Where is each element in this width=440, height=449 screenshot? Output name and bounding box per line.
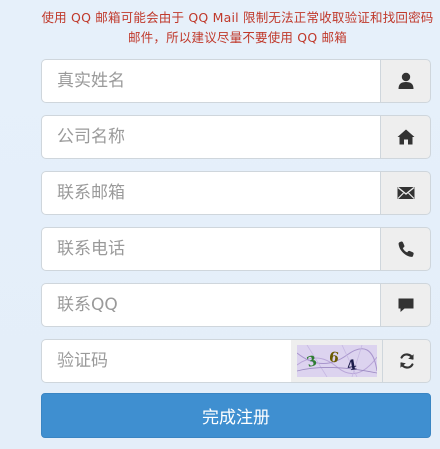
phone-input[interactable]	[41, 227, 380, 271]
captcha-input[interactable]	[41, 339, 291, 383]
company-field-group	[41, 115, 431, 159]
register-submit-button[interactable]: 完成注册	[41, 393, 431, 438]
captcha-image[interactable]: 3 6 4	[291, 339, 383, 383]
captcha-char-2: 6	[327, 349, 340, 367]
captcha-char-3: 4	[345, 357, 358, 375]
qq-mail-notice: 使用 QQ 邮箱可能会由于 QQ Mail 限制无法正常收取验证和找回密码邮件，…	[41, 10, 434, 45]
phone-addon	[380, 227, 431, 271]
phone-field-group	[41, 227, 431, 271]
comment-icon	[398, 298, 413, 312]
qq-addon	[380, 283, 431, 327]
captcha-picture[interactable]: 3 6 4	[296, 345, 377, 377]
email-field-group	[41, 171, 431, 215]
name-addon	[380, 59, 431, 103]
email-input[interactable]	[41, 171, 380, 215]
home-icon	[397, 129, 414, 145]
name-field-group	[41, 59, 431, 103]
refresh-icon	[400, 353, 414, 369]
envelope-icon	[397, 186, 414, 199]
qq-field-group	[41, 283, 431, 327]
company-addon	[380, 115, 431, 159]
captcha-field-group: 3 6 4	[41, 339, 431, 383]
captcha-refresh-button[interactable]	[382, 339, 431, 383]
phone-icon	[398, 241, 414, 257]
user-icon	[398, 72, 413, 89]
name-input[interactable]	[41, 59, 380, 103]
company-input[interactable]	[41, 115, 380, 159]
qq-input[interactable]	[41, 283, 380, 327]
email-addon	[380, 171, 431, 215]
